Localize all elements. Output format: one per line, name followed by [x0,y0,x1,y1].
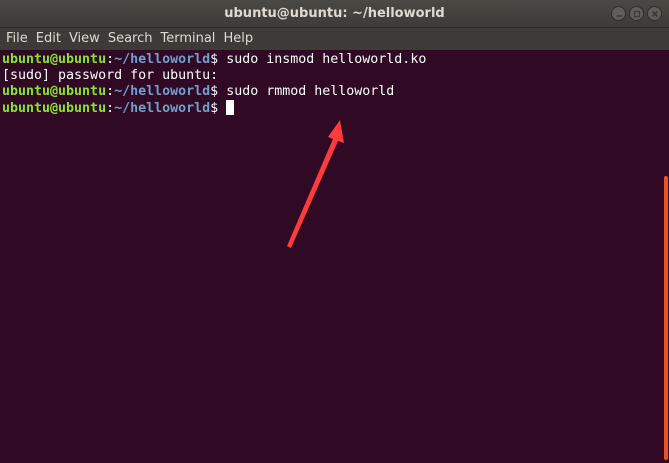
terminal-line: [sudo] password for ubuntu: [2,68,660,84]
prompt-user: ubuntu@ubuntu [2,52,107,67]
terminal-line: ubuntu@ubuntu:~/helloworld$ sudo rmmod h… [2,84,660,100]
maximize-button[interactable] [629,6,644,21]
prompt-path: ~/helloworld [114,52,211,67]
window-title: ubuntu@ubuntu: ~/helloworld [224,6,445,21]
prompt-symbol: $ [210,101,219,116]
menu-help[interactable]: Help [219,28,257,50]
prompt-symbol: $ [210,52,219,67]
terminal-line: ubuntu@ubuntu:~/helloworld$ [2,100,660,116]
menu-edit[interactable]: Edit [32,28,65,50]
prompt-path: ~/helloworld [114,84,211,99]
command-text: sudo insmod helloworld.ko [218,52,427,67]
maximize-icon [633,10,641,18]
prompt-user: ubuntu@ubuntu [2,101,107,116]
menu-view[interactable]: View [65,28,104,50]
scrollbar[interactable] [660,50,669,463]
scrollbar-thumb[interactable] [664,176,668,460]
prompt-separator: : [106,101,115,116]
prompt-user: ubuntu@ubuntu [2,84,107,99]
terminal-line: ubuntu@ubuntu:~/helloworld$ sudo insmod … [2,52,660,68]
terminal-output[interactable]: ubuntu@ubuntu:~/helloworld$ sudo insmod … [0,50,660,463]
minimize-button[interactable] [611,6,626,21]
text-cursor [226,100,235,115]
command-text: sudo rmmod helloworld [218,84,395,99]
terminal-window: ubuntu@ubuntu: ~/helloworld File Edit Vi… [0,0,669,463]
menu-terminal[interactable]: Terminal [156,28,219,50]
prompt-separator: : [106,52,115,67]
prompt-path: ~/helloworld [114,101,211,116]
command-text [218,101,226,116]
title-bar[interactable]: ubuntu@ubuntu: ~/helloworld [0,0,669,28]
output-text: [sudo] password for ubuntu: [2,68,219,83]
close-icon [651,10,659,18]
menu-search[interactable]: Search [104,28,157,50]
close-button[interactable] [647,6,662,21]
prompt-symbol: $ [210,84,219,99]
minimize-icon [616,15,622,17]
menu-file[interactable]: File [2,28,32,50]
prompt-separator: : [106,84,115,99]
menu-bar: File Edit View Search Terminal Help [0,28,669,50]
